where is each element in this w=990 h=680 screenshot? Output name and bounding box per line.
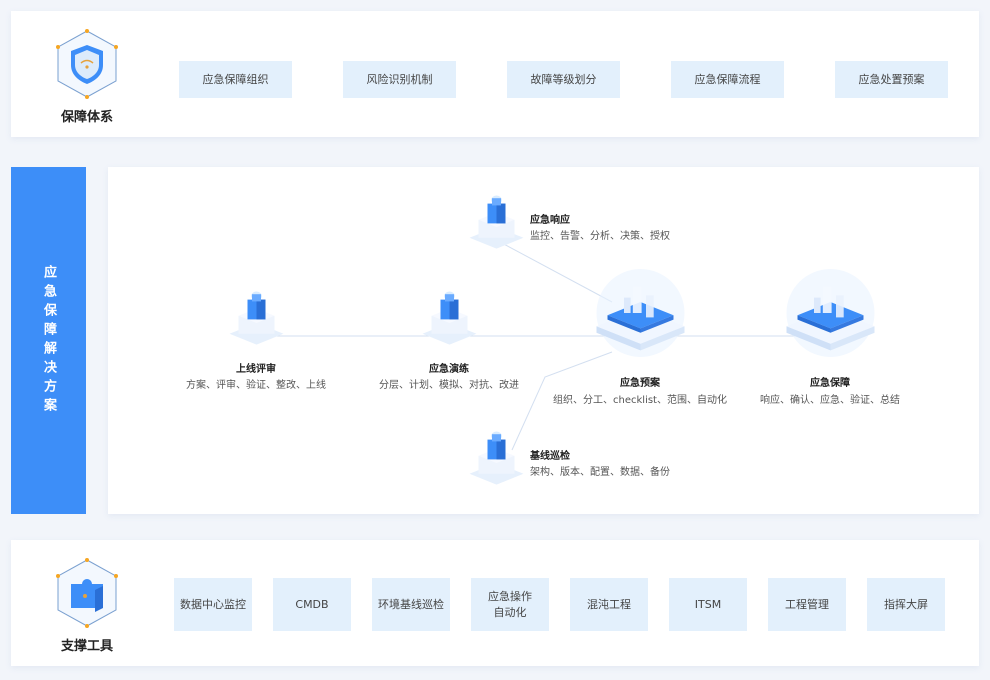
node-sub-drill: 分层、计划、模拟、对抗、改进: [379, 380, 519, 391]
tool-chaos-engineering[interactable]: 混沌工程: [570, 578, 648, 631]
tool-ops-automation[interactable]: 应急操作 自动化: [471, 578, 549, 631]
tool-itsm[interactable]: ITSM: [669, 578, 747, 631]
baseline-node-icon: [469, 431, 523, 485]
puzzle-icon: [56, 558, 118, 628]
drill-node-icon: [422, 291, 476, 345]
node-title-launch-review: 上线评审: [236, 364, 276, 375]
tool-engineering-mgmt[interactable]: 工程管理: [768, 578, 846, 631]
node-sub-guarantee: 响应、确认、应急、验证、总结: [760, 395, 900, 406]
tool-dc-monitoring[interactable]: 数据中心监控: [174, 578, 252, 631]
node-sub-launch-review: 方案、评审、验证、整改、上线: [186, 380, 326, 391]
launch-review-node-icon: [229, 291, 283, 345]
node-sub-response: 监控、告警、分析、决策、授权: [530, 231, 670, 242]
tool-baseline-inspection[interactable]: 环境基线巡检: [372, 578, 450, 631]
tool-cmdb[interactable]: CMDB: [273, 578, 351, 631]
node-title-plan: 应急预案: [620, 378, 660, 389]
node-title-response: 应急响应: [530, 215, 570, 226]
node-title-guarantee: 应急保障: [810, 378, 850, 389]
guarantee-node-icon: [786, 268, 874, 357]
tool-command-screen[interactable]: 指挥大屏: [867, 578, 945, 631]
node-title-baseline: 基线巡检: [530, 451, 570, 462]
node-sub-baseline: 架构、版本、配置、数据、备份: [530, 467, 670, 478]
support-tools-title: 支撑工具: [60, 639, 113, 654]
plan-node-icon: [596, 268, 684, 357]
node-sub-plan: 组织、分工、checklist、范围、自动化: [553, 395, 727, 406]
response-node-icon: [469, 195, 523, 249]
node-title-drill: 应急演练: [429, 364, 469, 375]
